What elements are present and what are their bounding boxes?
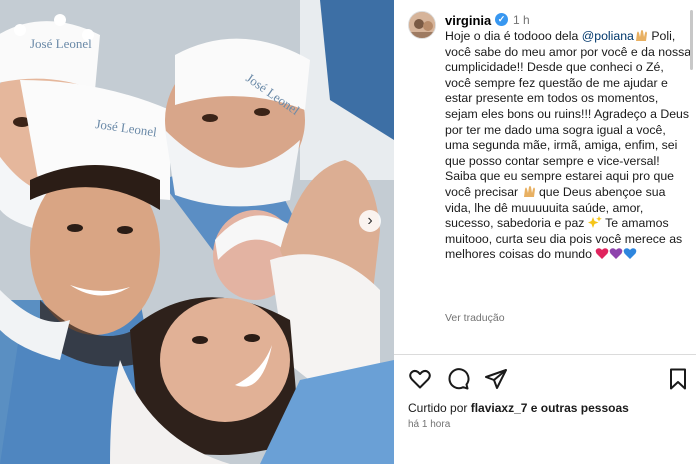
action-bar: Curtido por flaviaxz_7 e outras pessoas … [394,355,696,464]
caption-part-2: Poli, você sabe do meu amor por você e d… [445,29,692,199]
bookmark-icon[interactable] [666,367,690,391]
post-photo[interactable]: José Leonel José Leonel José Leonel › [0,0,394,464]
caption-scrollbar[interactable] [690,10,693,70]
avatar[interactable] [408,11,436,39]
liked-by-prefix: Curtido por [408,401,471,415]
mention-link[interactable]: @poliana [582,29,634,43]
next-photo-button[interactable]: › [359,210,381,232]
share-icon[interactable] [484,367,508,391]
cap-text-1: José Leonel [30,36,92,51]
purple-heart-icon [609,247,623,260]
photo-illustration: José Leonel José Leonel José Leonel [0,0,394,464]
red-heart-icon [595,247,609,260]
post-username[interactable]: virginia [445,13,491,28]
heart-icon[interactable] [408,367,432,391]
comment-icon[interactable] [446,367,470,391]
avatar-image [409,12,435,38]
raised-hands-icon [634,29,648,42]
blue-heart-icon [623,247,637,260]
verified-badge-icon: ✓ [495,13,508,26]
post-timestamp: há 1 hora [408,419,451,430]
caption-part-1: Hoje o dia é todooo dela [445,29,582,43]
see-translation-link[interactable]: Ver tradução [445,312,505,324]
liked-by-others-link[interactable]: e outras pessoas [527,401,629,415]
liked-by-text: Curtido por flaviaxz_7 e outras pessoas [408,401,629,415]
sparkles-icon [587,216,602,229]
liked-by-user-link[interactable]: flaviaxz_7 [471,401,528,415]
post-detail-panel: virginia ✓ 1 h Hoje o dia é todooo dela … [394,0,696,464]
caption-area: virginia ✓ 1 h Hoje o dia é todooo dela … [394,0,696,342]
post-caption: Hoje o dia é todooo dela @poliana Poli, … [445,29,693,263]
post-time: 1 h [513,13,530,27]
raised-hands-icon [522,185,536,198]
